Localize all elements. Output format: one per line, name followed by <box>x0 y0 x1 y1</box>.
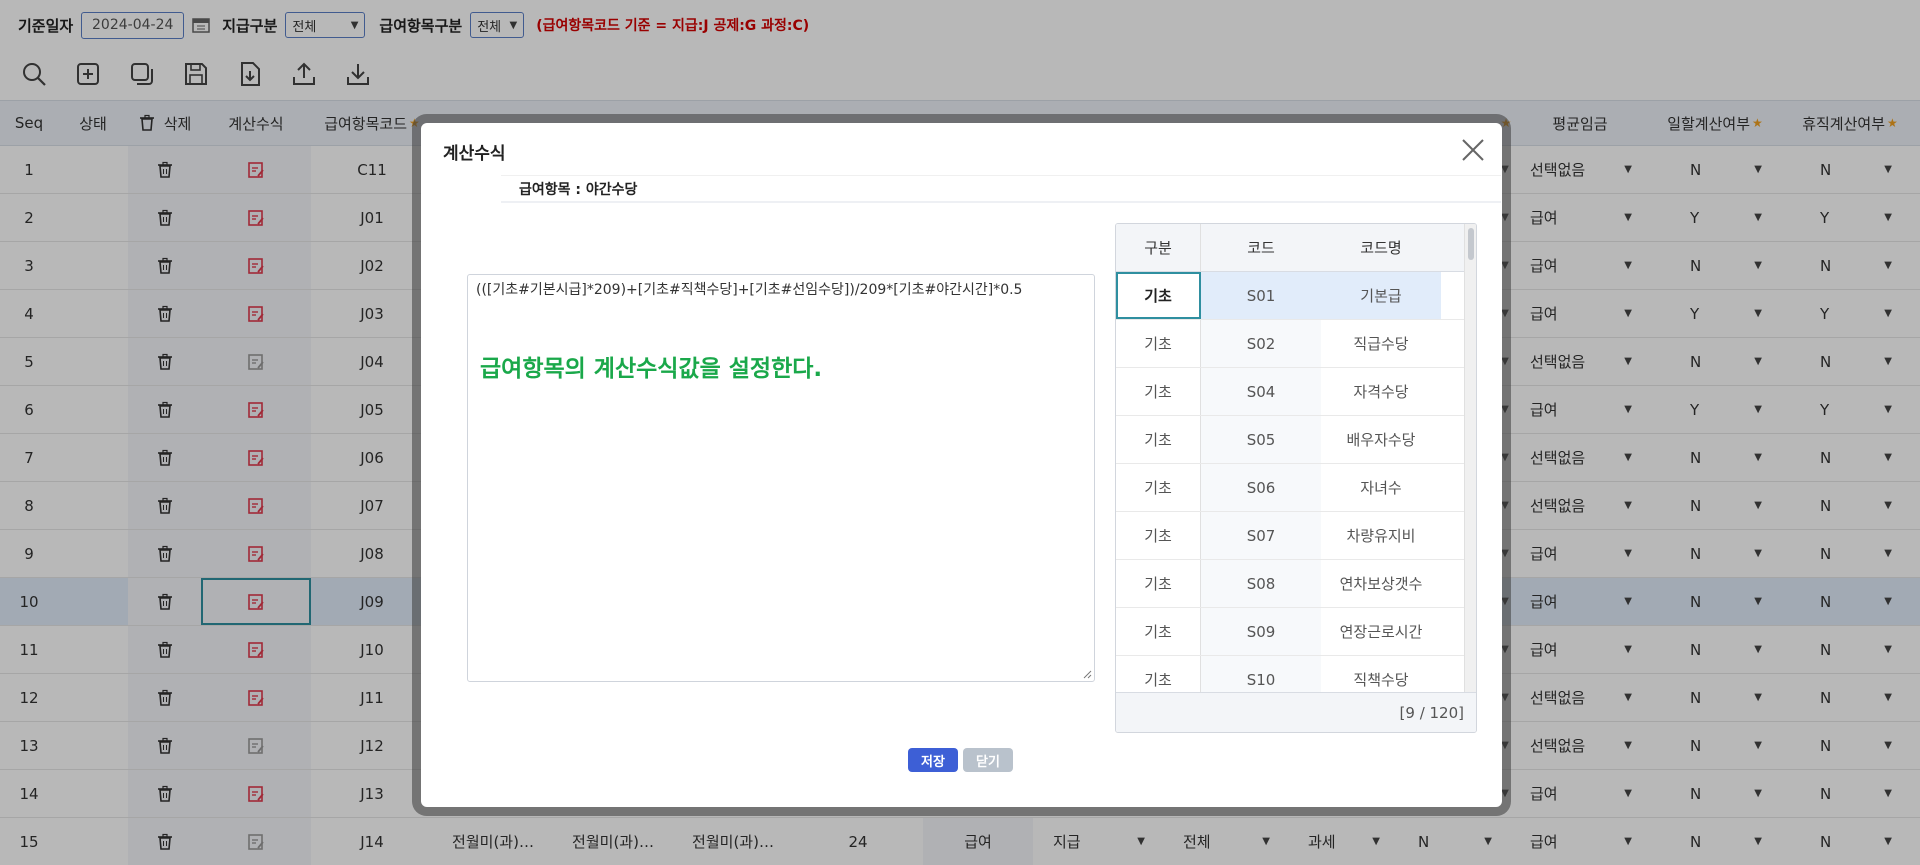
variable-type: 기초 <box>1116 368 1201 415</box>
variable-code: S02 <box>1201 320 1321 367</box>
formula-editor[interactable]: (([기초#기본시급]*209)+[기초#직책수당]+[기초#선임수당])/20… <box>467 274 1095 682</box>
variable-row[interactable]: 기초 S10 직책수당 <box>1116 656 1476 692</box>
variable-type: 기초 <box>1116 512 1201 559</box>
modal-title: 계산수식 <box>443 144 506 164</box>
variable-type: 기초 <box>1116 560 1201 607</box>
variable-name: 자녀수 <box>1360 479 1402 497</box>
variable-code: S10 <box>1201 656 1321 692</box>
variable-name: 연장근로시간 <box>1339 623 1423 641</box>
variable-name: 차량유지비 <box>1346 527 1416 545</box>
variable-type: 기초 <box>1116 656 1201 692</box>
variable-code: S05 <box>1201 416 1321 463</box>
variable-code: S04 <box>1201 368 1321 415</box>
variable-type: 기초 <box>1116 320 1201 367</box>
variable-table-body: 기초 S01 기본급 기초 S02 직급수당 기초 S04 자격수당 기초 S05 배우자수당 기초 S0… <box>1116 272 1476 692</box>
variable-type: 기초 <box>1116 608 1201 655</box>
variable-row[interactable]: 기초 S08 연차보상갯수 <box>1116 560 1476 608</box>
formula-modal: 계산수식 급여항목 : 야간수당 (([기초#기본시급]*209)+[기초#직책… <box>421 123 1502 807</box>
variable-name: 배우자수당 <box>1346 431 1416 449</box>
variable-code: S06 <box>1201 464 1321 511</box>
pay-item-subtitle: 급여항목 : 야간수당 <box>501 175 1501 203</box>
formula-hint: 급여항목의 계산수식값을 설정한다. <box>480 356 823 382</box>
variable-table-count: [9 / 120] <box>1116 692 1476 732</box>
variable-code: S01 <box>1201 272 1321 319</box>
close-modal-button[interactable]: 닫기 <box>963 748 1013 772</box>
variable-code: S08 <box>1201 560 1321 607</box>
formula-text: (([기초#기본시급]*209)+[기초#직책수당]+[기초#선임수당])/20… <box>476 282 1023 298</box>
variable-type: 기초 <box>1116 416 1201 463</box>
variable-type: 기초 <box>1116 272 1201 319</box>
scrollbar-thumb[interactable] <box>1468 228 1474 260</box>
variable-code: S07 <box>1201 512 1321 559</box>
variable-name: 자격수당 <box>1353 383 1409 401</box>
variable-row[interactable]: 기초 S02 직급수당 <box>1116 320 1476 368</box>
variable-table: 구분 코드 코드명 기초 S01 기본급 기초 S02 직급수당 기초 S04 자격수당 기초 S0… <box>1115 223 1477 733</box>
close-icon[interactable] <box>1458 135 1488 165</box>
variable-name: 기본급 <box>1321 272 1441 319</box>
resize-handle-icon[interactable] <box>1082 669 1092 679</box>
variable-name: 직책수당 <box>1353 671 1409 689</box>
variable-name: 직급수당 <box>1353 335 1409 353</box>
variable-name: 연차보상갯수 <box>1339 575 1423 593</box>
variable-row[interactable]: 기초 S04 자격수당 <box>1116 368 1476 416</box>
save-formula-button[interactable]: 저장 <box>908 748 958 772</box>
variable-row[interactable]: 기초 S07 차량유지비 <box>1116 512 1476 560</box>
variable-row[interactable]: 기초 S01 기본급 <box>1116 272 1476 320</box>
variable-row[interactable]: 기초 S05 배우자수당 <box>1116 416 1476 464</box>
variable-row[interactable]: 기초 S06 자녀수 <box>1116 464 1476 512</box>
variable-table-scrollbar[interactable] <box>1464 224 1476 694</box>
variable-row[interactable]: 기초 S09 연장근로시간 <box>1116 608 1476 656</box>
variable-type: 기초 <box>1116 464 1201 511</box>
variable-code: S09 <box>1201 608 1321 655</box>
variable-table-header: 구분 코드 코드명 <box>1116 224 1476 272</box>
